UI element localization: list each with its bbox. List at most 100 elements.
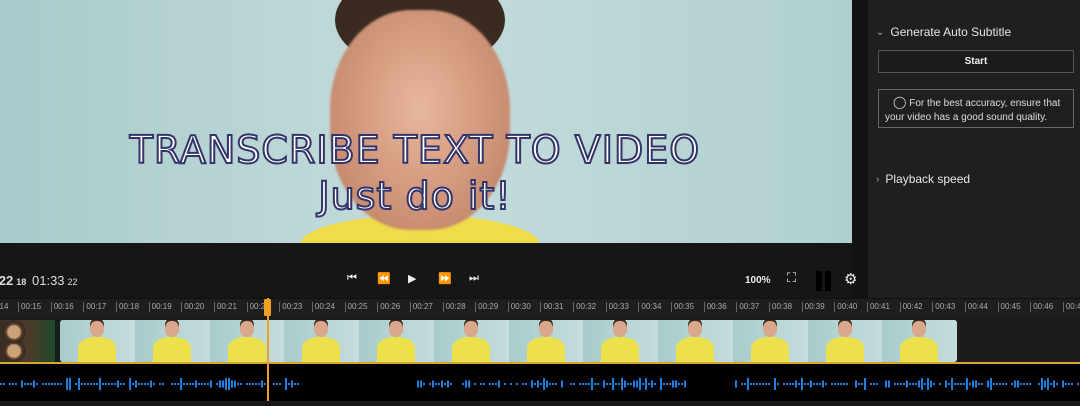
waveform-bar [810, 380, 812, 388]
waveform-bar [285, 378, 287, 390]
ruler-tick: 00:36 [703, 302, 727, 312]
waveform-bar [423, 383, 425, 385]
start-button[interactable]: Start [878, 50, 1074, 73]
waveform-bar [753, 383, 755, 385]
waveform-bar [561, 380, 563, 388]
waveform-bar [3, 383, 5, 385]
waveform-bar [735, 380, 737, 388]
waveform-bar [570, 383, 572, 385]
waveform-bar [12, 383, 14, 385]
waveform-bar [84, 383, 86, 385]
waveform-bar [747, 378, 749, 390]
waveform-bar [912, 383, 914, 385]
waveform-bar [813, 383, 815, 385]
waveform-bar [531, 380, 533, 388]
waveform-bar [279, 383, 281, 385]
current-time: 00:2218 [0, 273, 27, 288]
waveform-bar [231, 380, 233, 388]
settings-gear-icon[interactable]: ⚙ [844, 270, 857, 288]
waveform-bar [225, 378, 227, 390]
waveform-bar [450, 383, 452, 385]
waveform-bar [981, 383, 983, 385]
waveform-bar [675, 380, 677, 388]
skip-to-end-icon[interactable]: ⏭ [469, 272, 479, 285]
fullscreen-icon[interactable]: ⛶ [787, 270, 796, 286]
waveform-bar [159, 383, 161, 385]
subtitle-line-1[interactable]: TRANSCRIBE TEXT TO VIDEO [0, 127, 830, 173]
waveform-bar [834, 383, 836, 385]
waveform-bar [246, 383, 248, 385]
play-icon[interactable]: ▶ [408, 272, 416, 285]
waveform-bar [969, 383, 971, 385]
playhead-handle[interactable] [264, 299, 271, 316]
waveform-bar [516, 383, 518, 385]
zoom-level[interactable]: 100% [745, 275, 771, 286]
waveform-bar [1050, 383, 1052, 385]
waveform-bar [141, 383, 143, 385]
waveform-bar [792, 383, 794, 385]
waveform-bar [918, 380, 920, 388]
waveform-bar [615, 383, 617, 385]
clip-thumbnail [583, 320, 658, 362]
waveform-bar [1053, 380, 1055, 388]
waveform-bar [993, 383, 995, 385]
waveform-bar [1071, 383, 1073, 385]
waveform-bar [768, 383, 770, 385]
waveform-bar [480, 383, 482, 385]
waveform-bar [534, 383, 536, 385]
ruler-tick: 00:19 [148, 302, 172, 312]
ruler-tick: 00:35 [671, 302, 694, 312]
waveform-bar [201, 383, 203, 385]
waveform-bar [627, 383, 629, 385]
waveform-bar [588, 383, 590, 385]
audio-track[interactable] [0, 362, 1080, 401]
section-playback-speed[interactable]: › Playback speed [876, 172, 970, 186]
subtitle-line-2[interactable]: Just do it! [0, 173, 830, 219]
chevron-down-icon: ⌄ [876, 26, 885, 38]
clip-thumbnail [60, 320, 135, 362]
timeline-ruler[interactable]: 00:14 00:15 00:16 00:17 00:18 00:19 00:20 00:21… [0, 298, 1080, 316]
waveform-bar [606, 383, 608, 385]
waveform-bar [651, 380, 653, 388]
coffee-clip[interactable] [0, 320, 55, 362]
waveform-bar [684, 380, 686, 388]
waveform-bar [648, 383, 650, 385]
fast-forward-icon[interactable]: ⏩ [438, 272, 452, 285]
waveform-bar [441, 380, 443, 388]
waveform-bar [147, 383, 149, 385]
split-view-icon[interactable] [816, 271, 831, 291]
waveform-bar [870, 383, 872, 385]
audio-waveform [0, 378, 1079, 390]
skip-to-start-icon[interactable]: ⏮ [347, 272, 357, 285]
waveform-bar [777, 383, 779, 385]
waveform-bar [546, 380, 548, 388]
lightbulb-icon: ◯ [893, 95, 907, 109]
section-auto-subtitle[interactable]: ⌄ Generate Auto Subtitle [876, 25, 1011, 39]
waveform-bar [174, 383, 176, 385]
waveform-bar [117, 380, 119, 388]
waveform-bar [1062, 380, 1064, 388]
waveform-bar [108, 383, 110, 385]
waveform-bar [1002, 383, 1004, 385]
ruler-tick: 00:47 [1062, 302, 1080, 312]
waveform-bar [114, 383, 116, 385]
waveform-bar [195, 380, 197, 388]
video-clip[interactable] [60, 320, 957, 362]
rewind-icon[interactable]: ⏪ [377, 272, 391, 285]
waveform-bar [258, 383, 260, 385]
waveform-bar [843, 383, 845, 385]
waveform-bar [93, 383, 95, 385]
waveform-bar [69, 378, 71, 390]
waveform-bar [150, 380, 152, 388]
player-controls [0, 260, 852, 300]
waveform-bar [798, 383, 800, 385]
ruler-tick: 00:30 [507, 302, 531, 312]
waveform-bar [903, 383, 905, 385]
waveform-bar [96, 383, 98, 385]
ruler-tick: 00:15 [18, 302, 41, 312]
waveform-bar [192, 383, 194, 385]
clip-thumbnail [732, 320, 808, 362]
waveform-bar [1026, 383, 1028, 385]
waveform-bar [207, 383, 209, 385]
ruler-tick: 00:31 [540, 302, 563, 312]
